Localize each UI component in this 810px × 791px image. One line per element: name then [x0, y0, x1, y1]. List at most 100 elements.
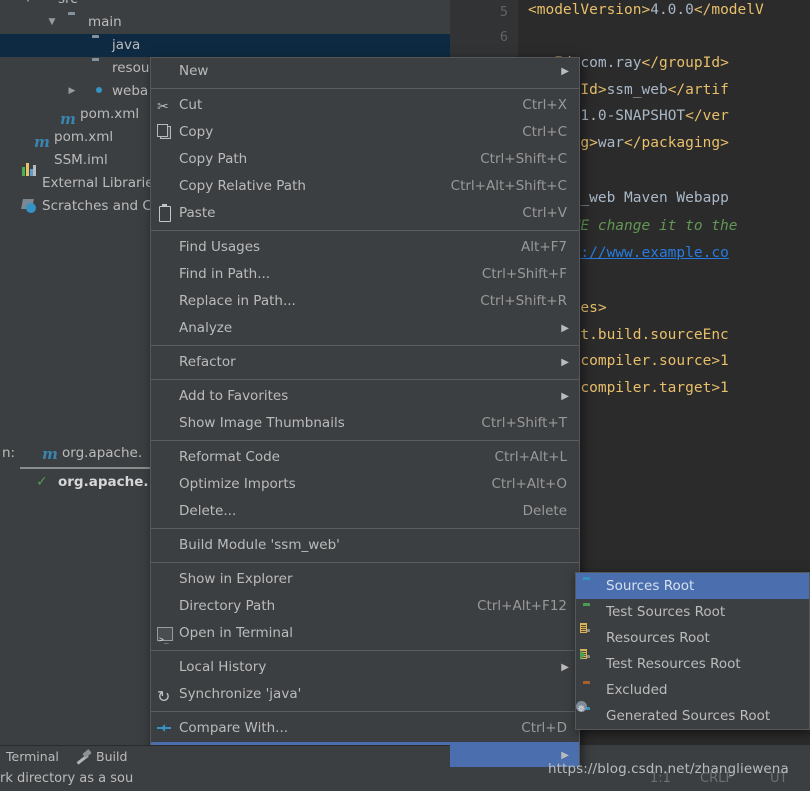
popup-prefix-label: n: [2, 445, 16, 461]
menu-item-label: Copy Path [179, 151, 248, 167]
menu-item-label: Directory Path [179, 598, 276, 614]
menu-item-delete[interactable]: Delete... Delete [151, 498, 579, 525]
submenu-item-label: Excluded [606, 682, 668, 698]
menu-item-compare-with[interactable]: Compare With... Ctrl+D [151, 715, 579, 742]
line-number: 6 [499, 29, 508, 45]
tree-expand-arrow[interactable]: ▶ [66, 80, 78, 103]
menu-item-add-to-favorites[interactable]: Add to Favorites ▶ [151, 383, 579, 410]
tab-build[interactable]: Build [96, 746, 127, 768]
menu-item-find-in-path[interactable]: Find in Path... Ctrl+Shift+F [151, 261, 579, 288]
menu-divider [151, 345, 579, 346]
menu-divider [151, 379, 579, 380]
toolwindow-bar[interactable]: Terminal Build [0, 745, 450, 767]
submenu-item-test-sources-root[interactable]: Test Sources Root [576, 599, 809, 625]
chevron-right-icon: ▶ [561, 323, 569, 334]
submenu-item-sources-root[interactable]: Sources Root [576, 573, 809, 599]
list-item[interactable]: n: m org.apache. [0, 440, 152, 467]
menu-divider [151, 650, 579, 651]
menu-divider [151, 88, 579, 89]
menu-item-label: Show in Explorer [179, 571, 293, 587]
menu-item-new[interactable]: New ▶ [151, 58, 579, 85]
code-token: 4.0.0 [650, 2, 694, 18]
submenu-item-label: Sources Root [606, 578, 695, 594]
menu-item-shortcut: Ctrl+Shift+T [481, 415, 567, 431]
menu-item-cut[interactable]: Cut Ctrl+X [151, 92, 579, 121]
menu-item-shortcut: Ctrl+X [522, 97, 567, 113]
menu-item-label: Replace in Path... [179, 293, 296, 309]
menu-item-copy[interactable]: Copy Ctrl+C [151, 119, 579, 146]
menu-item-find-usages[interactable]: Find Usages Alt+F7 [151, 234, 579, 261]
tree-item-java[interactable]: java [0, 34, 450, 57]
submenu-item-excluded[interactable]: Excluded [576, 677, 809, 703]
menu-item-open-in-terminal[interactable]: Open in Terminal [151, 620, 579, 653]
submenu-item-resources-root[interactable]: Resources Root [576, 623, 809, 651]
tree-expand-arrow[interactable]: ▼ [46, 11, 58, 34]
menu-item-shortcut: Ctrl+C [522, 124, 567, 140]
code-token: war [597, 135, 625, 151]
menu-item-replace-in-path[interactable]: Replace in Path... Ctrl+Shift+R [151, 288, 579, 315]
menu-item-label: Copy [179, 124, 214, 140]
menu-item-label: Synchronize 'java' [179, 686, 302, 702]
tree-item-label: pom.xml [80, 106, 140, 122]
menu-item-shortcut: Ctrl+Alt+L [494, 449, 567, 465]
code-token: 1.0-SNAPSHOT [580, 108, 686, 124]
menu-item-build-module-ssm-web[interactable]: Build Module 'ssm_web' [151, 532, 579, 559]
menu-item-shortcut: Ctrl+V [522, 205, 567, 221]
status-message: rk directory as a sou [0, 771, 134, 786]
menu-item-label: Build Module 'ssm_web' [179, 537, 340, 553]
menu-item-label: Compare With... [179, 720, 289, 736]
code-token: </modelV [693, 2, 764, 18]
code-token: <modelVersion> [528, 2, 651, 18]
line-number: 5 [499, 4, 508, 20]
menu-item-directory-path[interactable]: Directory Path Ctrl+Alt+F12 [151, 593, 579, 620]
menu-item-shortcut: Ctrl+Shift+R [480, 293, 567, 309]
check-icon: ✓ [36, 474, 48, 490]
chevron-right-icon: ▶ [561, 66, 569, 77]
menu-item-copy-relative-path[interactable]: Copy Relative Path Ctrl+Alt+Shift+C [151, 173, 579, 200]
maven-completion-popup[interactable]: n: m org.apache. ✓ org.apache. [0, 440, 152, 518]
menu-item-label: Copy Relative Path [179, 178, 306, 194]
test-badge [580, 650, 590, 660]
tab-terminal[interactable]: Terminal [6, 746, 59, 768]
menu-item-label: Find Usages [179, 239, 261, 255]
menu-item-show-in-explorer[interactable]: Show in Explorer [151, 566, 579, 593]
code-token: </artif [667, 82, 729, 98]
code-token: ssm_web Maven Webapp [554, 190, 729, 206]
menu-item-copy-path[interactable]: Copy Path Ctrl+Shift+C [151, 146, 579, 173]
tree-item-label: External Libraries [42, 175, 161, 191]
tree-item-main[interactable]: ▼ main [0, 11, 450, 34]
menu-item-label: Open in Terminal [179, 625, 293, 641]
menu-divider [151, 562, 579, 563]
tree-item-src[interactable]: ▼ src [0, 0, 450, 11]
code-token: </groupId> [641, 55, 729, 71]
menu-item-label: Reformat Code [179, 449, 280, 465]
submenu-item-test-resources-root[interactable]: Test Resources Root [576, 649, 809, 677]
chevron-right-icon: ▶ [561, 662, 569, 673]
mark-directory-as-submenu[interactable]: Sources Root Test Sources Root Resources R… [575, 572, 810, 730]
menu-item-optimize-imports[interactable]: Optimize Imports Ctrl+Alt+O [151, 471, 579, 498]
menu-item-show-image-thumbnails[interactable]: Show Image Thumbnails Ctrl+Shift+T [151, 410, 579, 437]
menu-item-reformat-code[interactable]: Reformat Code Ctrl+Alt+L [151, 444, 579, 471]
tree-item-label: Scratches and Cor [42, 198, 166, 214]
generated-badge [576, 697, 587, 723]
menu-item-refactor[interactable]: Refactor ▶ [151, 349, 579, 376]
code-token: ssm_web [606, 82, 668, 98]
menu-item-label: Show Image Thumbnails [179, 415, 345, 431]
menu-divider [151, 711, 579, 712]
menu-item-paste[interactable]: Paste Ctrl+V [151, 200, 579, 227]
menu-item-local-history[interactable]: Local History ▶ [151, 654, 579, 681]
chevron-right-icon: ▶ [561, 391, 569, 402]
menu-item-shortcut: Ctrl+Alt+Shift+C [450, 178, 567, 194]
menu-divider [151, 528, 579, 529]
code-token: com.ray [580, 55, 642, 71]
submenu-item-label: Generated Sources Root [606, 708, 771, 724]
menu-item-shortcut: Ctrl+Alt+F12 [477, 598, 567, 614]
submenu-item-generated-sources-root[interactable]: Generated Sources Root [576, 697, 809, 729]
menu-item-analyze[interactable]: Analyze ▶ [151, 315, 579, 342]
submenu-item-label: Test Resources Root [606, 656, 741, 672]
tree-expand-arrow[interactable]: ▼ [22, 0, 34, 11]
context-menu[interactable]: New ▶ Cut Ctrl+X Copy Ctrl+C Copy Path Ctrl+Shi… [150, 57, 580, 791]
list-item[interactable]: ✓ org.apache. [0, 469, 152, 496]
terminal-icon [156, 625, 173, 653]
menu-item-synchronize-java[interactable]: Synchronize 'java' [151, 681, 579, 710]
